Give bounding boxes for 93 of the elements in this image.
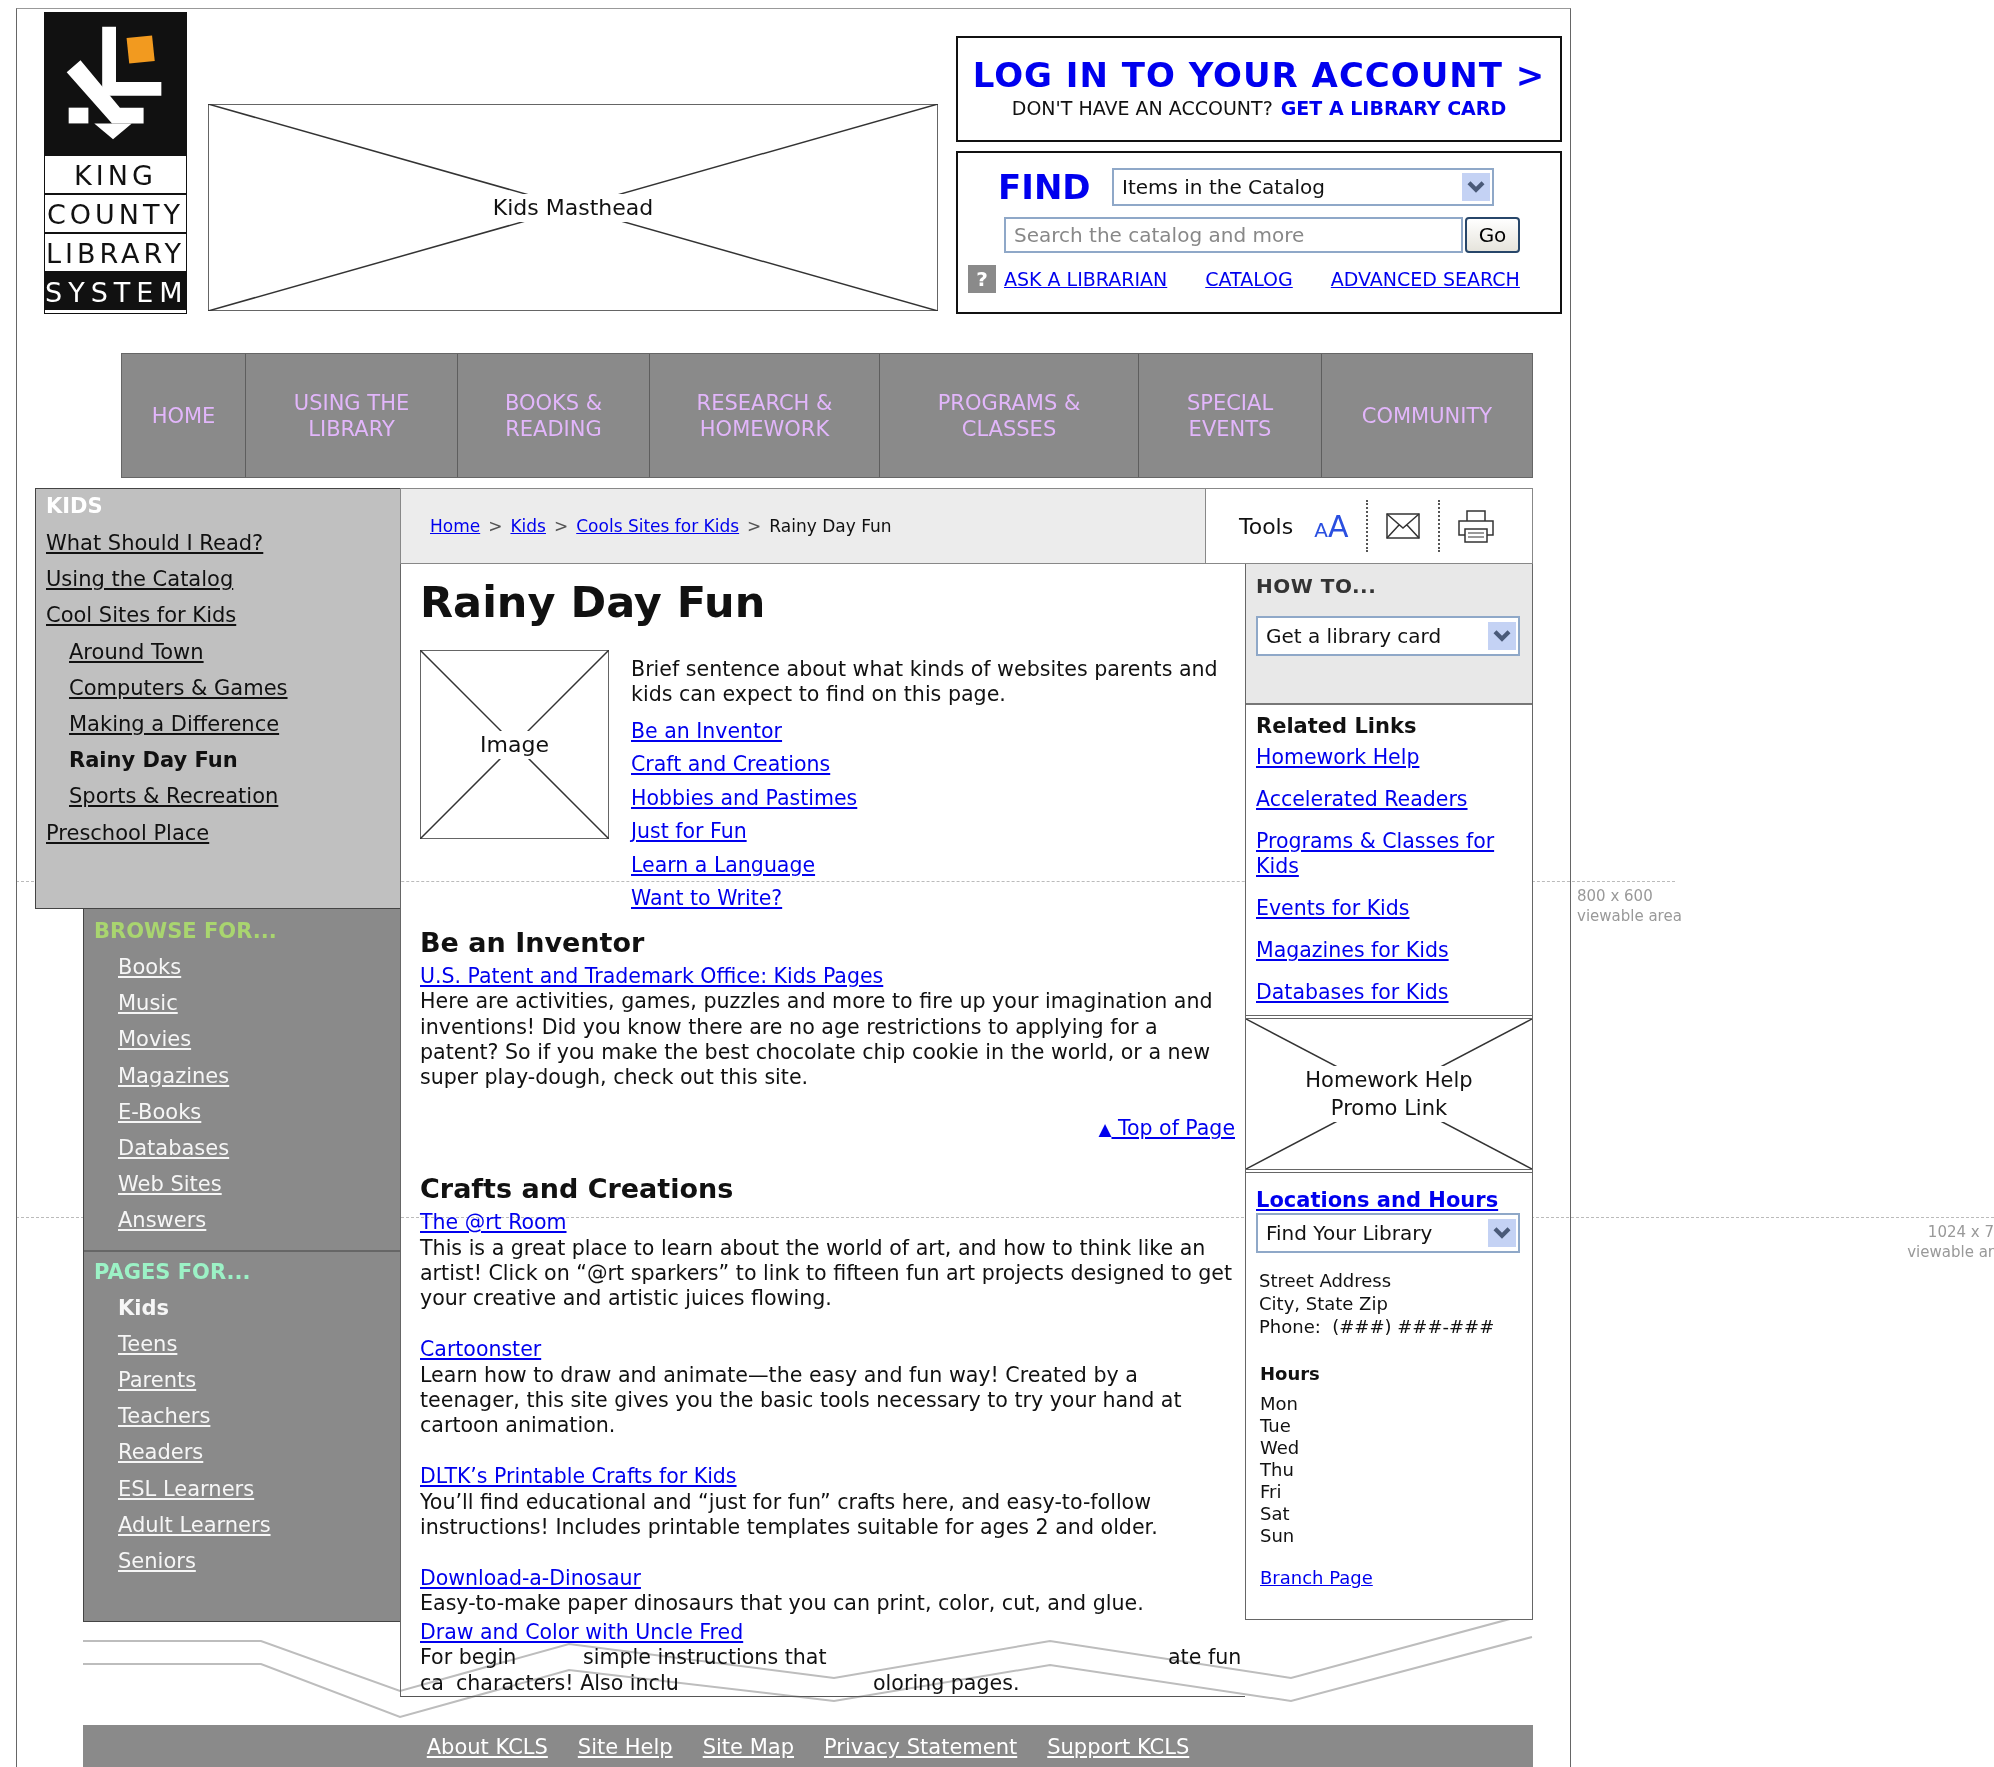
branch-page-link[interactable]: Branch Page [1260, 1567, 1373, 1589]
weekday-label: Tue [1260, 1415, 1292, 1437]
related-link[interactable]: Homework Help [1256, 745, 1516, 770]
intro-text: Brief sentence about what kinds of websites parents and kids can expect to find on this page. [631, 657, 1219, 708]
section-title: KIDS [46, 493, 103, 520]
site-description: Learn how to draw and animate—the easy and fun way! Created by a teenager, this site gives you the basic tools necessary to try your hand at cartoon animation. [420, 1362, 1183, 1439]
breadcrumb-link[interactable]: Cools Sites for Kids [576, 516, 740, 536]
email-icon[interactable] [1386, 513, 1421, 539]
top-of-page-link[interactable]: ▲ Top of Page [1098, 1116, 1235, 1143]
related-link[interactable]: Accelerated Readers [1256, 787, 1516, 812]
address-line: Phone: (###) ###-### [1259, 1315, 1495, 1338]
caret-icon [1462, 172, 1490, 202]
browse-title: BROWSE FOR... [94, 918, 277, 945]
site-description: You’ll find educational and “just for fun” crafts here, and easy-to-follow instructions! Includes printable templates suitable for ages 2 and older. [420, 1489, 1159, 1541]
jump-link[interactable]: Just for Fun [631, 815, 747, 849]
viewport-note: 1024 x 7 viewable ar [1907, 1222, 1994, 1262]
logo-text: SYSTEM [45, 271, 186, 310]
site-description: oloring pages. [873, 1670, 1020, 1696]
find-link[interactable]: ASK A LIBRARIAN [1004, 268, 1168, 290]
address-line: City, State Zip [1259, 1292, 1389, 1315]
library-dropdown[interactable]: Find Your Library [1256, 1213, 1520, 1253]
site-description: Here are activities, games, puzzles and more to fire up your imagination and inventions! Did you know there are no age restrictions to applying for a patent? So if you make the best chocolate chip cookie in the world, or a new super play-dough, check out this site. [420, 989, 1214, 1091]
pages-for-title: PAGES FOR... [94, 1258, 251, 1286]
jump-link[interactable]: Learn a Language [631, 848, 816, 883]
jump-link[interactable]: Hobbies and Pastimes [631, 781, 858, 816]
section-heading: Be an Inventor [420, 925, 646, 960]
sidebar-link[interactable]: Using the Catalog [46, 561, 234, 598]
weekday-label: Wed [1260, 1437, 1300, 1459]
find-label: FIND [998, 167, 1092, 207]
page-title: Rainy Day Fun [420, 576, 767, 629]
sidebar-link[interactable]: Making a Difference [69, 706, 280, 743]
related-link[interactable]: Events for Kids [1256, 896, 1516, 921]
breadcrumb-separator: > [554, 516, 569, 536]
text-size-icon[interactable]: AA [1314, 508, 1349, 544]
sidebar-link[interactable]: Computers & Games [69, 669, 288, 706]
printer-icon[interactable] [1458, 509, 1495, 543]
site-description: Easy-to-make paper dinosaurs that you can print, color, cut, and glue. [420, 1591, 1144, 1617]
find-link[interactable]: CATALOG [1205, 268, 1293, 290]
site-link[interactable]: Download-a-Dinosaur [420, 1565, 641, 1592]
library-card-link[interactable]: GET A LIBRARY CARD [1280, 96, 1507, 120]
weekday-label: Sun [1260, 1525, 1296, 1547]
breadcrumb-link[interactable]: Home [430, 516, 481, 536]
sidebar-link[interactable]: Sports & Recreation [69, 778, 279, 815]
site-description: ca [420, 1670, 444, 1696]
site-link[interactable]: DLTK’s Printable Crafts for Kids [420, 1464, 737, 1490]
sidebar-link[interactable]: Cool Sites for Kids [46, 597, 237, 634]
jump-link[interactable]: Want to Write? [631, 882, 783, 916]
site-link[interactable]: U.S. Patent and Trademark Office: Kids Pages [420, 963, 884, 990]
go-button[interactable]: Go [1465, 217, 1520, 253]
login-link[interactable]: LOG IN TO YOUR ACCOUNT > [972, 54, 1546, 96]
site-link[interactable]: Cartoonster [420, 1337, 542, 1363]
breadcrumb-link[interactable]: Kids [510, 516, 546, 536]
sidebar-link[interactable]: What Should I Read? [46, 525, 264, 562]
search-field[interactable]: Search the catalog and more [1004, 217, 1463, 253]
sidebar-link[interactable]: Around Town [69, 633, 204, 670]
site-description: ate fun [1168, 1645, 1242, 1671]
find-link[interactable]: ADVANCED SEARCH [1330, 268, 1520, 290]
logo-text: KING [45, 154, 186, 193]
weekday-label: Fri [1260, 1481, 1283, 1503]
viewport-note: 800 x 600 viewable area [1577, 886, 1682, 926]
tools-label: Tools [1239, 513, 1294, 539]
site-description: For begin [420, 1645, 517, 1671]
how-to-title: HOW TO... [1256, 573, 1378, 600]
site-link[interactable]: The @rt Room [420, 1210, 567, 1236]
jump-link[interactable]: Be an Inventor [631, 714, 783, 749]
address-line: Street Address [1259, 1269, 1393, 1292]
related-title: Related Links [1256, 713, 1417, 740]
weekday-label: Thu [1260, 1459, 1295, 1481]
related-link[interactable]: Magazines for Kids [1256, 938, 1516, 963]
hours-title: Hours [1260, 1362, 1320, 1386]
breadcrumb-current: Rainy Day Fun [769, 516, 892, 536]
library-logo-icon[interactable] [45, 13, 186, 154]
site-description: simple instructions that [583, 1645, 827, 1671]
related-link[interactable]: Databases for Kids [1256, 980, 1516, 1005]
weekday-label: Mon [1260, 1393, 1299, 1415]
related-link[interactable]: Programs & Classes for Kids [1256, 829, 1516, 879]
scope-dropdown[interactable]: Items in the Catalog [1112, 168, 1494, 206]
jump-link[interactable]: Craft and Creations [631, 748, 831, 782]
site-description: This is a great place to learn about the world of art, and how to think like an artist! Click on “@rt sparkers” to link to fifteen fun art projects designed to get your creative and artistic juices flowing. [420, 1235, 1234, 1312]
section-heading: Crafts and Creations [420, 1172, 735, 1207]
sidebar-link[interactable]: Preschool Place [46, 814, 210, 851]
account-prompt: DON'T HAVE AN ACCOUNT? [1011, 96, 1273, 120]
caret-icon [1488, 620, 1516, 652]
locations-link[interactable]: Locations and Hours [1256, 1187, 1499, 1213]
site-link[interactable]: Draw and Color with Uncle Fred [420, 1619, 744, 1646]
how-to-dropdown[interactable]: Get a library card [1256, 616, 1520, 656]
site-description: characters! Also inclu [456, 1670, 679, 1696]
breadcrumb-separator: > [747, 516, 762, 536]
weekday-label: Sat [1260, 1503, 1291, 1525]
caret-icon [1488, 1217, 1516, 1249]
sidebar-link[interactable]: Rainy Day Fun [69, 742, 238, 779]
logo-text: COUNTY [45, 193, 186, 232]
breadcrumb-separator: > [488, 516, 503, 536]
